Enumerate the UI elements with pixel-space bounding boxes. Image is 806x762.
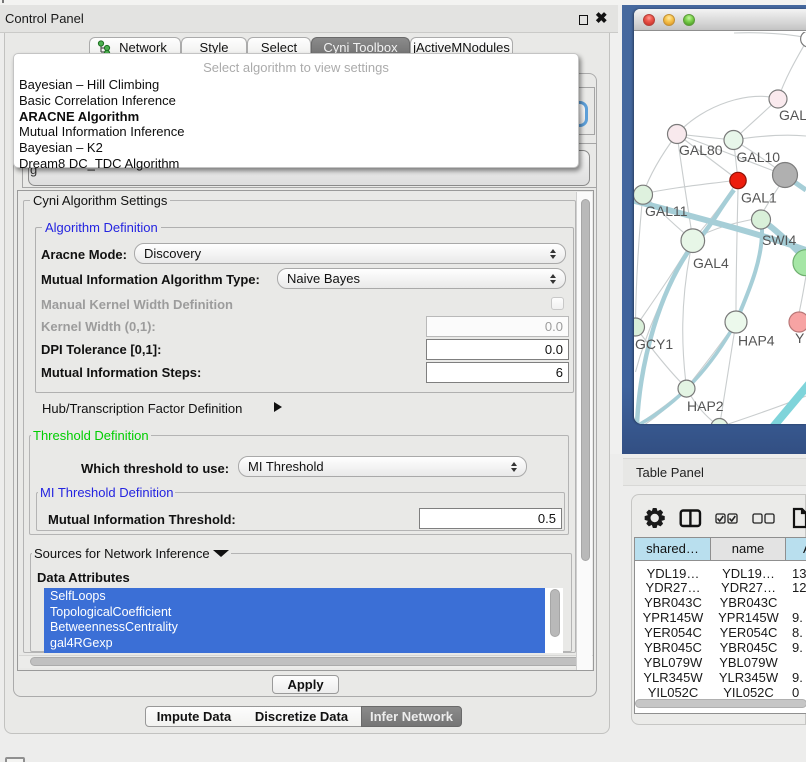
svg-text:GAL1: GAL1 (741, 190, 777, 206)
svg-text:GAL4: GAL4 (693, 255, 729, 271)
svg-text:GAL2: GAL2 (779, 107, 806, 123)
svg-text:SWI4: SWI4 (762, 232, 796, 248)
svg-text:GAL11: GAL11 (645, 203, 688, 219)
svg-text:GCY1: GCY1 (635, 336, 673, 352)
svg-text:GAL80: GAL80 (679, 142, 723, 158)
svg-text:Y: Y (795, 330, 805, 346)
svg-text:HAP2: HAP2 (687, 398, 724, 414)
svg-text:HAP4: HAP4 (738, 333, 775, 349)
svg-text:GAL10: GAL10 (737, 149, 781, 165)
